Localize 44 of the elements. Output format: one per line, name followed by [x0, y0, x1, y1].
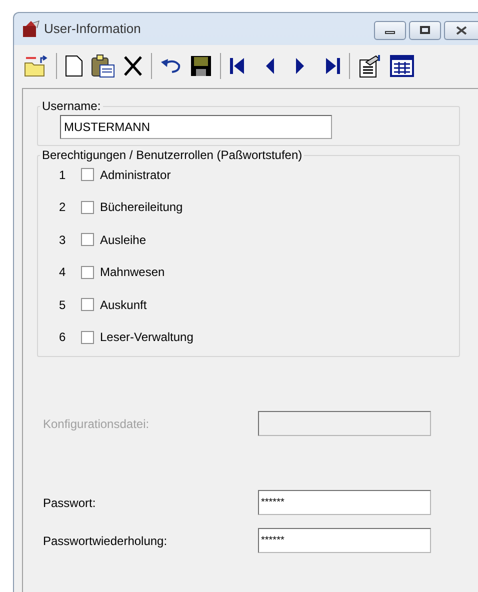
minimize-button[interactable] [374, 20, 406, 40]
role-number: 3 [58, 232, 67, 248]
maximize-button[interactable] [409, 20, 441, 40]
role-checkbox[interactable] [81, 200, 94, 214]
username-field[interactable]: MUSTERMANN [60, 115, 332, 139]
delete-icon[interactable] [123, 55, 143, 77]
next-record-icon[interactable] [295, 57, 305, 75]
role-number: 1 [58, 166, 67, 184]
role-number: 5 [58, 296, 67, 314]
role-checkbox[interactable] [81, 168, 94, 181]
close-button[interactable] [444, 20, 478, 40]
first-record-icon[interactable] [229, 57, 245, 75]
role-label[interactable]: Leser-Verwaltung [100, 328, 194, 346]
close-icon [456, 26, 467, 34]
password-repeat-label: Passwortwiederholung: [42, 532, 168, 550]
role-label[interactable]: Administrator [100, 166, 171, 184]
username-label: Username: [41, 98, 102, 115]
window-title: User-Information [44, 20, 141, 38]
role-number: 6 [58, 329, 67, 346]
role-label[interactable]: Ausleihe [100, 230, 146, 248]
role-label[interactable]: Auskunft [100, 296, 147, 314]
role-checkbox[interactable] [81, 266, 94, 278]
password-field[interactable]: ****** [258, 490, 431, 515]
folder-icon[interactable] [24, 55, 48, 77]
paste-icon[interactable] [91, 54, 115, 78]
role-label[interactable]: Büchereileitung [100, 198, 183, 216]
role-label[interactable]: Mahnwesen [100, 263, 165, 281]
undo-icon[interactable] [160, 58, 182, 74]
new-document-icon[interactable] [65, 55, 83, 77]
password-repeat-field[interactable]: ****** [258, 528, 431, 553]
save-icon[interactable] [190, 55, 212, 77]
role-checkbox[interactable] [81, 330, 94, 344]
last-record-icon[interactable] [325, 57, 341, 75]
config-label: Konfigurationsdatei: [42, 416, 150, 432]
table-view-icon[interactable] [390, 55, 414, 77]
role-number: 2 [58, 199, 67, 216]
password-label: Passwort: [42, 494, 96, 512]
app-icon [22, 20, 40, 38]
role-checkbox[interactable] [81, 233, 94, 246]
form-edit-icon[interactable] [358, 54, 382, 78]
role-number: 4 [58, 264, 67, 281]
roles-group-title: Berechtigungen / Benutzerrollen (Paßwortstufen) [41, 147, 304, 164]
role-checkbox[interactable] [81, 298, 94, 311]
previous-record-icon[interactable] [265, 57, 275, 75]
